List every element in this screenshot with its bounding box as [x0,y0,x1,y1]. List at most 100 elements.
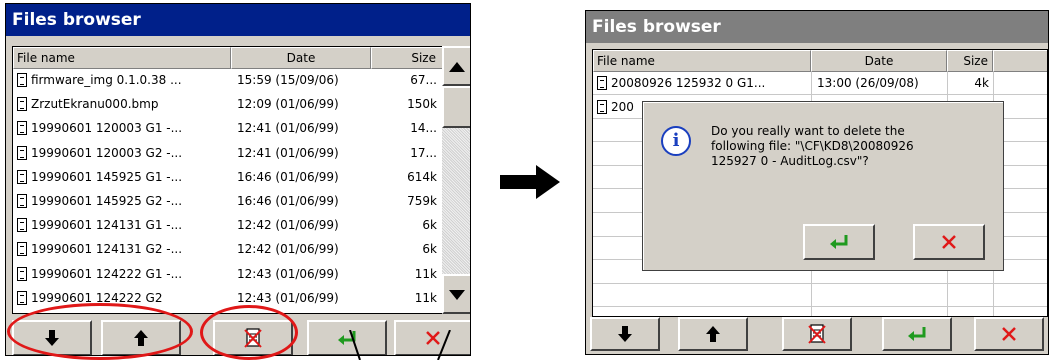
file-date-cell: 15:59 (15/09/06) [237,73,339,87]
file-size-cell: 14... [410,121,437,136]
annotation-pointer-lines [349,330,451,360]
file-icon [17,242,27,257]
vertical-scrollbar[interactable] [442,46,470,314]
file-row[interactable]: ZrzutEkranu000.bmp 12:09 (01/06/99) 150k [13,93,443,116]
file-icon [17,73,27,87]
file-size-cell: 11k [414,290,437,305]
move-up-button[interactable] [678,317,748,351]
file-row[interactable]: 19990601 124222 G2 12:43 (01/06/99) 11k [13,287,443,310]
file-row[interactable]: 19990601 145925 G2 -... 16:46 (01/06/99) 7… [13,190,443,213]
confirm-delete-button[interactable] [803,224,875,260]
column-header-date[interactable]: Date [811,50,947,72]
arrow-down-icon [618,326,632,342]
column-header-size[interactable]: Size [371,47,443,69]
file-icon [597,76,607,90]
delete-confirm-dialog: i Do you really want to delete the follo… [642,101,1004,271]
close-x-icon [942,235,956,249]
file-row[interactable]: 20080926 125932 0 G1... 13:00 (26/09/08) 4… [593,72,1047,95]
file-row[interactable]: 19990601 124131 G2 -... 12:42 (01/06/99) 6… [13,238,443,261]
file-date-cell: 12:42 (01/06/99) [237,218,339,233]
column-header-file-name[interactable]: File name [13,47,231,69]
file-icon [17,194,27,208]
file-icon [17,97,27,112]
file-name-cell: 19990601 124131 G2 -... [31,242,183,257]
column-header-empty [993,50,1047,72]
column-header-size[interactable]: Size [947,50,993,72]
delete-file-icon [808,324,826,344]
column-header-file-name[interactable]: File name [593,50,811,72]
cancel-button[interactable] [974,317,1044,351]
file-row[interactable]: 19990601 120003 G2 -... 12:41 (01/06/99) 1… [13,142,443,165]
move-down-button[interactable] [12,320,92,355]
empty-row [593,284,1047,308]
close-x-icon [1002,327,1016,341]
file-name-cell: 19990601 145925 G2 -... [31,194,183,208]
scroll-thumb[interactable] [442,86,470,128]
delete-file-button[interactable] [213,320,293,355]
right-arrow-icon [500,165,560,199]
file-size-cell: 4k [974,76,989,90]
file-icon [597,99,607,114]
file-date-cell: 16:46 (01/06/99) [237,194,339,208]
file-date-cell: 12:43 (01/06/99) [237,290,339,305]
file-icon [17,121,27,136]
file-name-cell: 20080926 125932 0 G1... [611,76,766,90]
file-row[interactable]: 19990601 120003 G1 -... 12:41 (01/06/99) 1… [13,117,443,140]
dialog-message-line3: 125927 0 - AuditLog.csv"? [711,154,869,168]
file-icon [17,266,27,281]
file-size-cell: 614k [407,169,437,184]
move-down-button[interactable] [590,317,660,351]
enter-icon [830,235,848,249]
file-date-cell: 12:43 (01/06/99) [237,266,339,281]
triangle-up-icon [449,62,465,72]
files-browser-window-dialog-state: Files browser File name Date Size 200809… [585,10,1049,355]
file-date-cell: 12:42 (01/06/99) [237,242,339,257]
arrow-up-icon [706,326,720,342]
dialog-message-line1: Do you really want to delete the [711,124,905,138]
delete-file-icon [244,328,262,348]
file-date-cell: 13:00 (26/09/08) [817,76,919,90]
triangle-down-icon [449,290,465,300]
scroll-down-button[interactable] [442,274,470,314]
files-browser-window: Files browser File name Date Size firmwa… [5,3,471,356]
arrow-up-icon [134,330,148,346]
scroll-up-button[interactable] [442,46,470,86]
file-size-cell: 67... [410,73,437,87]
file-name-cell: 19990601 145925 G1 -... [31,169,183,184]
file-date-cell: 12:41 (01/06/99) [237,145,339,160]
file-row[interactable]: 19990601 124222 G1 -... 12:43 (01/06/99) 1… [13,263,443,286]
window-title: Files browser [6,4,470,36]
file-name-cell: 19990601 124222 G2 [31,290,163,305]
file-size-cell: 150k [407,97,437,112]
scroll-track[interactable] [442,128,470,274]
file-size-cell: 17... [410,145,437,160]
info-icon: i [661,126,691,156]
file-name-cell: 19990601 120003 G2 -... [31,145,183,160]
file-size-cell: 6k [422,218,437,233]
move-up-button[interactable] [101,320,181,355]
file-icon [17,169,27,184]
window-title: Files browser [586,11,1048,43]
enter-button[interactable] [882,317,952,351]
file-name-cell: ZrzutEkranu000.bmp [31,97,159,112]
arrow-down-icon [45,330,59,346]
file-name-cell: 19990601 120003 G1 -... [31,121,183,136]
file-list: File name Date Size firmware_img 0.1.0.3… [12,46,444,314]
delete-file-button[interactable] [782,317,852,351]
file-size-cell: 11k [414,266,437,281]
file-date-cell: 16:46 (01/06/99) [237,169,339,184]
dialog-message: Do you really want to delete the followi… [711,124,1001,169]
file-name-cell: 19990601 124131 G1 -... [31,218,183,233]
file-icon [17,290,27,305]
file-date-cell: 12:09 (01/06/99) [237,97,339,112]
file-size-cell: 6k [422,242,437,257]
dialog-message-line2: following file: "\CF\KD8\20080926 [711,139,914,153]
cancel-delete-button[interactable] [913,224,985,260]
file-icon [17,145,27,160]
file-row[interactable]: 19990601 124131 G1 -... 12:42 (01/06/99) 6… [13,214,443,237]
file-row[interactable]: firmware_img 0.1.0.38 ... 15:59 (15/09/06… [13,69,443,92]
file-date-cell: 12:41 (01/06/99) [237,121,339,136]
file-row[interactable]: 19990601 145925 G1 -... 16:46 (01/06/99) 6… [13,166,443,189]
file-name-cell: firmware_img 0.1.0.38 ... [31,73,182,87]
column-header-date[interactable]: Date [231,47,371,69]
